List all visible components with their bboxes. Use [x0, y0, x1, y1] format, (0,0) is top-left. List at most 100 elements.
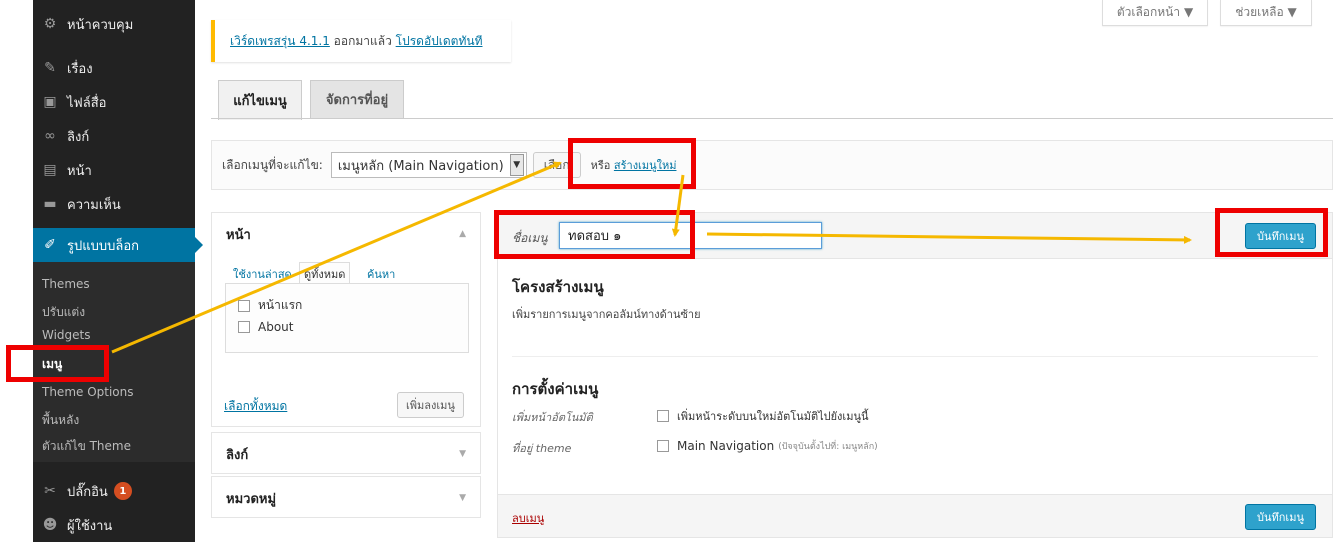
- submenu-theme-options[interactable]: Theme Options: [42, 385, 134, 399]
- select-menu-label: เลือกเมนูที่จะแก้ไข:: [222, 157, 323, 172]
- menu-name-value: ทดสอบ ๑: [568, 229, 622, 244]
- tab-search[interactable]: ค้นหา: [367, 265, 395, 283]
- list-item[interactable]: About: [238, 320, 293, 334]
- notice-text: ออกมาแล้ว: [329, 33, 396, 48]
- menu-structure-title: โครงสร้างเมนู: [512, 278, 604, 296]
- page-icon: ▤: [43, 162, 57, 178]
- sidebar-item-label: ความเห็น: [67, 197, 121, 213]
- checkbox[interactable]: [238, 321, 250, 333]
- checkbox[interactable]: [657, 440, 669, 452]
- create-new-menu-link[interactable]: สร้างเมนูใหม่: [614, 159, 677, 172]
- dashboard-icon: ⚙: [43, 16, 57, 32]
- tab-manage-locations[interactable]: จัดการที่อยู่: [310, 80, 404, 118]
- auto-add-option[interactable]: เพิ่มหน้าระดับบนใหม่อัตโนมัติไปยังเมนูนี…: [657, 407, 868, 425]
- select-menu-button[interactable]: เลือก: [532, 152, 581, 178]
- menu-structure-description: เพิ่มรายการเมนูจากคอลัมน์ทางด้านซ้าย: [512, 308, 701, 321]
- pages-panel: หน้า ▲ ใช้งานล่าสุด ดูทั้งหมด ค้นหา หน้าแ…: [211, 212, 481, 427]
- select-all-link[interactable]: เลือกทั้งหมด: [224, 397, 287, 416]
- pages-panel-title: หน้า: [226, 227, 251, 243]
- sidebar-item-pages[interactable]: ▤ หน้า: [33, 153, 195, 187]
- links-panel[interactable]: ลิงก์ ▼: [211, 432, 481, 474]
- pages-checklist: หน้าแรก About: [225, 283, 469, 353]
- submenu-background[interactable]: พื้นหลัง: [42, 411, 79, 430]
- submenu-widgets[interactable]: Widgets: [42, 328, 91, 342]
- sidebar-item-links[interactable]: ∞ ลิงก์: [33, 119, 195, 153]
- dropdown-arrow-icon: ▼: [509, 154, 524, 176]
- or-label: หรือ: [590, 159, 614, 172]
- auto-add-label: เพิ่มหน้าอัตโนมัติ: [512, 411, 593, 424]
- sidebar-item-label: หน้า: [67, 163, 92, 179]
- sidebar-item-label: ไฟล์สื่อ: [67, 95, 107, 111]
- add-to-menu-button[interactable]: เพิ่มลงเมนู: [397, 392, 464, 418]
- pin-icon: ✎: [44, 60, 56, 76]
- version-link[interactable]: เวิร์ดเพรสรุ่น 4.1.1: [230, 32, 330, 51]
- section-divider: [512, 356, 1318, 357]
- page-item-label: About: [258, 320, 294, 334]
- menu-select-value: เมนูหลัก (Main Navigation): [337, 158, 504, 174]
- help-button[interactable]: ช่วยเหลือ ▼: [1220, 0, 1312, 26]
- tab-divider: [211, 118, 1333, 119]
- categories-panel[interactable]: หมวดหมู่ ▼: [211, 476, 481, 518]
- categories-panel-header[interactable]: หมวดหมู่ ▼: [212, 477, 480, 519]
- create-menu-prompt: หรือ สร้างเมนูใหม่: [591, 156, 677, 174]
- sidebar-item-media[interactable]: ▣ ไฟล์สื่อ: [33, 85, 195, 119]
- screen-options-button[interactable]: ตัวเลือกหน้า ▼: [1102, 0, 1208, 26]
- menu-select-bar: เลือกเมนูที่จะแก้ไข: เมนูหลัก (Main Navi…: [211, 140, 1333, 190]
- sidebar-item-label: หน้าควบคุม: [67, 17, 134, 33]
- checkbox[interactable]: [657, 410, 669, 422]
- sidebar-item-users[interactable]: ☻ ผู้ใช้งาน: [33, 508, 195, 542]
- tab-most-recent[interactable]: ใช้งานล่าสุด: [233, 265, 292, 283]
- list-item[interactable]: หน้าแรก: [238, 296, 302, 315]
- categories-panel-title: หมวดหมู่: [226, 491, 277, 507]
- submenu-customize[interactable]: ปรับแต่ง: [42, 303, 85, 322]
- menu-settings-title: การตั้งค่าเมนู: [512, 380, 599, 398]
- menu-name-input[interactable]: ทดสอบ ๑: [559, 222, 822, 249]
- location-text: Main Navigation: [677, 439, 775, 453]
- theme-location-option[interactable]: Main Navigation (ปัจจุบันตั้งไปที่: เมนูห…: [657, 439, 878, 453]
- sidebar-item-appearance[interactable]: ✐ รูปแบบบล็อก: [33, 228, 203, 262]
- appearance-submenu: Themes ปรับแต่ง Widgets เมนู Theme Optio…: [33, 262, 195, 462]
- link-icon: ∞: [44, 128, 56, 144]
- sidebar-item-label: เรื่อง: [67, 61, 93, 77]
- update-count-badge: 1: [113, 482, 132, 500]
- menu-edit-area: ชื่อเมนู ทดสอบ ๑ บันทึกเมนู โครงสร้างเมน…: [497, 212, 1333, 538]
- update-now-link[interactable]: โปรดอัปเดตทันที: [396, 32, 483, 51]
- sidebar-item-posts[interactable]: ✎ เรื่อง: [33, 51, 195, 85]
- sidebar-item-label: ลิงก์: [67, 129, 90, 145]
- sidebar-item-label: ปลั๊กอิน: [67, 484, 108, 500]
- links-panel-title: ลิงก์: [226, 447, 249, 463]
- submenu-menus[interactable]: เมนู: [42, 355, 62, 374]
- tab-edit-menus[interactable]: แก้ไขเมนู: [218, 80, 302, 120]
- expand-down-icon: ▼: [459, 449, 466, 459]
- sidebar-item-label: ผู้ใช้งาน: [67, 518, 113, 534]
- links-panel-header[interactable]: ลิงก์ ▼: [212, 433, 480, 475]
- save-menu-button[interactable]: บันทึกเมนู: [1245, 223, 1316, 249]
- users-icon: ☻: [42, 517, 58, 533]
- menu-header: ชื่อเมนู ทดสอบ ๑ บันทึกเมนู: [498, 213, 1332, 259]
- pages-panel-header[interactable]: หน้า ▲: [212, 213, 480, 255]
- comment-icon: ▬: [43, 196, 57, 212]
- checkbox[interactable]: [238, 299, 250, 312]
- menu-select-dropdown[interactable]: เมนูหลัก (Main Navigation) ▼: [330, 152, 527, 178]
- delete-menu-link[interactable]: ลบเมนู: [512, 509, 544, 527]
- sidebar-item-label: รูปแบบบล็อก: [67, 238, 140, 254]
- menu-footer: ลบเมนู บันทึกเมนู: [498, 494, 1332, 537]
- media-icon: ▣: [43, 94, 57, 110]
- tab-view-all[interactable]: ดูทั้งหมด: [299, 262, 351, 285]
- sidebar-item-comments[interactable]: ▬ ความเห็น: [33, 187, 195, 221]
- auto-add-text: เพิ่มหน้าระดับบนใหม่อัตโนมัติไปยังเมนูนี…: [677, 410, 869, 423]
- submenu-themes[interactable]: Themes: [42, 277, 90, 291]
- menu-name-label: ชื่อเมนู: [512, 231, 548, 245]
- location-note: (ปัจจุบันตั้งไปที่: เมนูหลัก): [778, 442, 878, 452]
- sidebar-item-dashboard[interactable]: ⚙ หน้าควบคุม: [33, 7, 195, 41]
- plugin-icon: ✂: [44, 483, 56, 499]
- sidebar-item-plugins[interactable]: ✂ ปลั๊กอิน 1: [33, 474, 195, 508]
- page-item-label: หน้าแรก: [258, 298, 303, 312]
- update-notice: เวิร์ดเพรสรุ่น 4.1.1 ออกมาแล้ว โปรดอัปเด…: [211, 20, 511, 62]
- submenu-theme-editor[interactable]: ตัวแก้ไข Theme: [42, 437, 131, 456]
- theme-location-label: ที่อยู่ theme: [512, 442, 572, 455]
- expand-down-icon: ▼: [459, 493, 466, 503]
- appearance-icon: ✐: [44, 237, 56, 253]
- save-menu-button-bottom[interactable]: บันทึกเมนู: [1245, 504, 1316, 530]
- collapse-up-icon: ▲: [459, 229, 466, 239]
